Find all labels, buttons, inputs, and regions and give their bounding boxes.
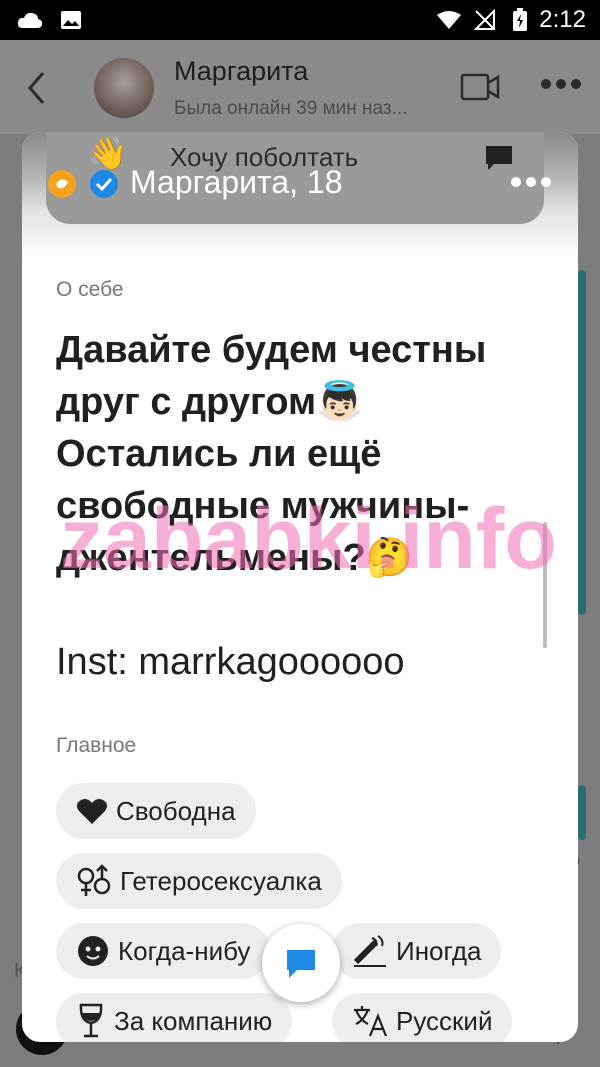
- chip-label: За компанию: [114, 1005, 273, 1036]
- message-icon: [287, 950, 315, 978]
- baby-icon: [78, 936, 108, 966]
- translate-icon: [354, 1006, 388, 1037]
- chat-header: Маргарита Была онлайн 39 мин наз...: [0, 40, 600, 134]
- heart-icon: [76, 799, 108, 824]
- cloud-icon: [17, 12, 43, 28]
- more-options-icon[interactable]: [540, 78, 582, 90]
- chip-label: Иногда: [396, 935, 482, 966]
- about-label: О себе: [56, 278, 124, 301]
- bio-line: Давайте будем честны: [56, 329, 487, 371]
- wave-emoji: 👋: [88, 135, 128, 171]
- main-label: Главное: [56, 734, 137, 757]
- back-arrow-icon[interactable]: [26, 70, 46, 106]
- badge-icon: [48, 170, 76, 198]
- bio-line: друг с другом👼🏻: [56, 381, 364, 423]
- verified-icon: [90, 170, 118, 198]
- chip-label: Русский: [396, 1005, 493, 1036]
- clock: 2:12: [539, 6, 586, 33]
- wifi-icon: [437, 11, 461, 29]
- no-signal-icon: [474, 9, 495, 30]
- background-message-bubble: [578, 270, 586, 615]
- contact-name: Маргарита: [174, 56, 309, 86]
- battery-icon: [513, 8, 527, 31]
- watermark: zababki.info: [60, 491, 557, 587]
- chip-relationship: Свободна: [56, 783, 256, 839]
- bio-line: [56, 584, 556, 636]
- video-call-icon[interactable]: [460, 72, 500, 102]
- chip-label: Гетеросексуалка: [120, 865, 322, 896]
- image-icon: [61, 11, 81, 29]
- status-bar: 2:12: [0, 0, 600, 40]
- background-message-bubble: [578, 785, 586, 840]
- bio-line: Остались ли ещё: [56, 433, 382, 475]
- chip-smoking: Иногда: [332, 923, 502, 979]
- chip-label: Свободна: [116, 795, 236, 826]
- chip-children: Когда-нибу: [56, 923, 271, 979]
- chip-language: Русский: [332, 993, 513, 1042]
- orientation-icon: [77, 864, 111, 896]
- send-message-button[interactable]: [262, 924, 340, 1002]
- last-seen-status: Была онлайн 39 мин наз...: [174, 98, 408, 119]
- cigarette-icon: [353, 935, 386, 967]
- wine-glass-icon: [79, 1003, 103, 1038]
- card-more-icon[interactable]: [510, 176, 552, 188]
- chip-label: Когда-нибу: [118, 935, 251, 966]
- chip-orientation: Гетеросексуалка: [56, 853, 342, 909]
- bio-line: Inst: marrkagoooooo: [56, 641, 405, 683]
- chip-alcohol: За компанию: [56, 993, 293, 1042]
- profile-title: Маргарита, 18: [130, 164, 343, 200]
- avatar[interactable]: [94, 58, 154, 118]
- chat-bubble-icon: [486, 146, 512, 170]
- card-header-gradient: 👋 Хочу поболтать Маргарита, 18: [22, 132, 578, 262]
